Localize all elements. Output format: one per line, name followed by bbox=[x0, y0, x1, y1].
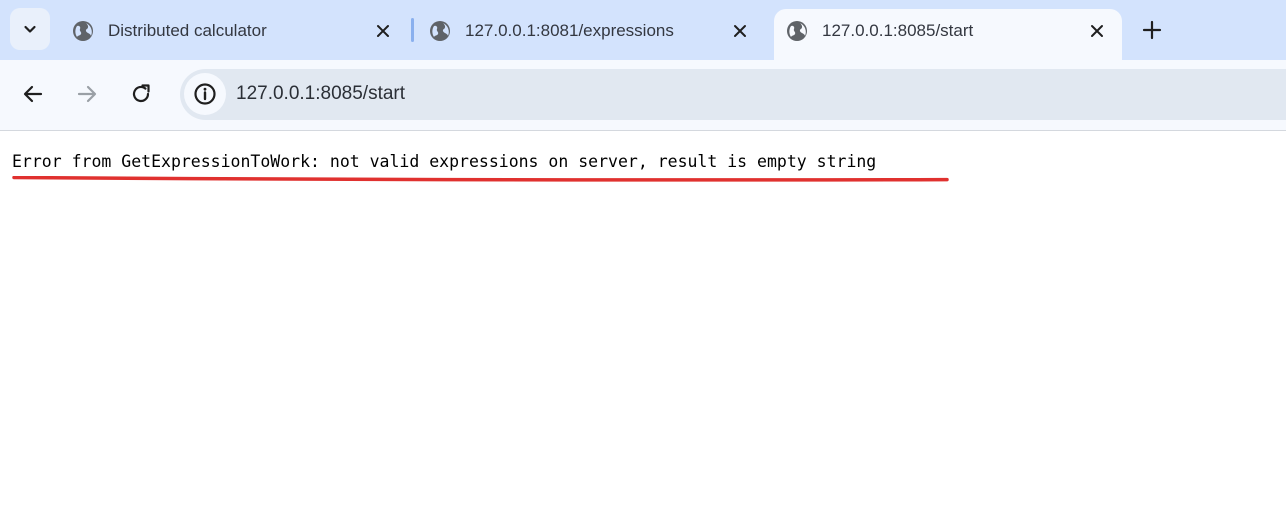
tab-title: 127.0.0.1:8081/expressions bbox=[465, 21, 674, 40]
tab-distributed-calculator[interactable]: Distributed calculator bbox=[60, 9, 410, 60]
tab-title: Distributed calculator bbox=[108, 21, 267, 40]
tab-separator bbox=[411, 18, 414, 42]
address-bar[interactable]: 127.0.0.1:8085/start bbox=[180, 69, 1286, 120]
back-arrow-icon[interactable] bbox=[21, 82, 45, 106]
tab-expressions[interactable]: 127.0.0.1:8081/expressions bbox=[417, 9, 767, 60]
reload-icon[interactable] bbox=[129, 82, 153, 106]
page-content: Error from GetExpressionToWork: not vali… bbox=[0, 131, 1286, 515]
close-icon[interactable] bbox=[731, 22, 749, 40]
browser-toolbar: 127.0.0.1:8085/start bbox=[0, 60, 1286, 131]
tab-search-button[interactable] bbox=[10, 8, 50, 50]
close-icon[interactable] bbox=[1088, 22, 1106, 40]
new-tab-button[interactable] bbox=[1140, 18, 1164, 42]
globe-icon bbox=[73, 21, 93, 41]
annotation-underline bbox=[12, 176, 949, 182]
chevron-down-icon bbox=[24, 25, 36, 33]
close-icon[interactable] bbox=[374, 22, 392, 40]
tab-start[interactable]: 127.0.0.1:8085/start bbox=[774, 9, 1122, 60]
forward-arrow-icon[interactable] bbox=[75, 82, 99, 106]
tab-strip: Distributed calculator 127.0.0.1:8081/ex… bbox=[0, 0, 1286, 60]
error-message: Error from GetExpressionToWork: not vali… bbox=[12, 152, 877, 171]
globe-icon bbox=[787, 21, 807, 41]
globe-icon bbox=[430, 21, 450, 41]
site-info-button[interactable] bbox=[184, 73, 226, 115]
tab-title: 127.0.0.1:8085/start bbox=[822, 21, 974, 40]
url-text[interactable]: 127.0.0.1:8085/start bbox=[236, 83, 405, 105]
info-icon bbox=[194, 83, 216, 105]
